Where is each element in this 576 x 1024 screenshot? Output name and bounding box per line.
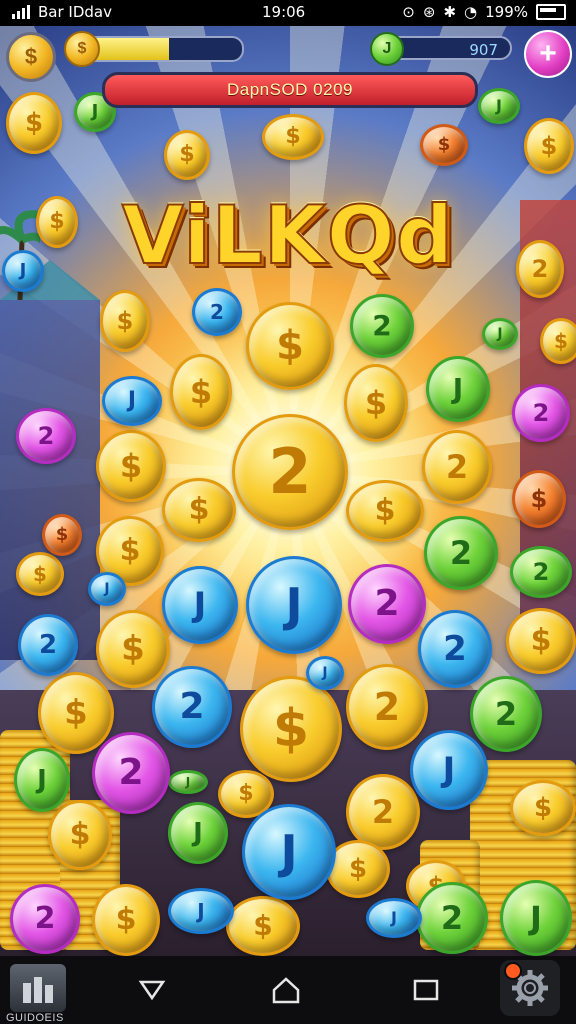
building-left bbox=[0, 260, 100, 660]
coin: 2 bbox=[346, 664, 428, 750]
coin: 2 bbox=[418, 610, 492, 688]
bluetooth-icon: ✱ bbox=[443, 3, 457, 21]
clock-icon: ◔ bbox=[464, 3, 478, 21]
nfc-icon: ⊛ bbox=[422, 3, 436, 21]
coin: 2 bbox=[192, 288, 242, 336]
coin: J bbox=[162, 566, 238, 644]
profile-coin-button[interactable]: $ bbox=[6, 32, 56, 82]
coin: 2 bbox=[10, 884, 80, 954]
battery-percent: 199% bbox=[485, 3, 528, 21]
coin: 2 bbox=[18, 614, 78, 676]
coin: J bbox=[246, 556, 342, 654]
coin: $ bbox=[510, 780, 576, 836]
recents-button[interactable] bbox=[410, 974, 442, 1006]
coin: $ bbox=[36, 196, 78, 248]
coin: $ bbox=[38, 672, 114, 754]
game-title: ViLKQd bbox=[121, 188, 455, 283]
coin: 2 bbox=[512, 384, 570, 442]
navigation-bar: GUIDOEIS bbox=[0, 956, 576, 1024]
status-right: ⊙ ⊛ ✱ ◔ 199% bbox=[402, 3, 566, 21]
coin: J bbox=[366, 898, 422, 938]
coin-icon: $ bbox=[24, 44, 38, 69]
coin: $ bbox=[162, 478, 236, 542]
coin: $ bbox=[100, 290, 150, 352]
xp-coin-icon: $ bbox=[64, 31, 100, 67]
coin: $ bbox=[420, 124, 468, 166]
clock: 19:06 bbox=[262, 3, 306, 21]
coin: $ bbox=[524, 118, 574, 174]
coin: J bbox=[482, 318, 518, 350]
coin: J bbox=[500, 880, 572, 956]
coin: $ bbox=[96, 430, 166, 502]
coin: 2 bbox=[16, 408, 76, 464]
guides-label: GUIDOEIS bbox=[6, 1012, 64, 1024]
coin: 2 bbox=[422, 430, 492, 504]
game-screen: Bar IDdav 19:06 ⊙ ⊛ ✱ ◔ 199% 2 $ $ $ $ 2… bbox=[0, 0, 576, 1024]
coin: J bbox=[242, 804, 336, 900]
building-icon bbox=[23, 977, 53, 1003]
coin: 2 bbox=[346, 774, 420, 850]
coin: J bbox=[14, 748, 70, 812]
status-bar: Bar IDdav 19:06 ⊙ ⊛ ✱ ◔ 199% bbox=[0, 0, 576, 26]
guides-button[interactable] bbox=[10, 964, 66, 1012]
home-icon bbox=[272, 977, 300, 1004]
coin: 2 bbox=[348, 564, 426, 644]
coin: 2 bbox=[516, 240, 564, 298]
coin: $ bbox=[512, 470, 566, 528]
coin: 2 bbox=[416, 882, 488, 954]
coin: $ bbox=[42, 514, 82, 556]
coin: $ bbox=[96, 610, 170, 688]
coin: J bbox=[426, 356, 490, 422]
coin: $ bbox=[164, 130, 210, 180]
coin: J bbox=[168, 802, 228, 864]
coin: 2 bbox=[510, 546, 572, 598]
coin: $ bbox=[506, 608, 576, 674]
coin: $ bbox=[262, 114, 324, 160]
coin: 2 bbox=[152, 666, 232, 748]
coin: J bbox=[410, 730, 488, 810]
coin: J bbox=[2, 250, 44, 292]
notification-dot bbox=[504, 962, 522, 980]
coin: $ bbox=[346, 480, 424, 542]
add-currency-button[interactable]: + bbox=[524, 30, 572, 78]
coin: $ bbox=[540, 318, 576, 364]
status-left: Bar IDdav bbox=[12, 3, 112, 21]
coin: $ bbox=[246, 302, 334, 390]
coin: $ bbox=[226, 896, 300, 956]
coin: J bbox=[168, 770, 208, 794]
coin: 2 bbox=[350, 294, 414, 358]
coin: 2 bbox=[424, 516, 498, 590]
carrier-name: Bar IDdav bbox=[38, 3, 112, 21]
coin: 2 bbox=[92, 732, 170, 814]
coin: J bbox=[102, 376, 162, 426]
coin: 2 bbox=[232, 414, 348, 530]
gem-icon: J bbox=[370, 32, 404, 66]
coin: $ bbox=[16, 552, 64, 596]
coin: $ bbox=[240, 676, 342, 782]
coin: $ bbox=[48, 800, 112, 870]
event-banner[interactable]: DapnSOD 0209 bbox=[102, 72, 478, 108]
home-button[interactable] bbox=[270, 974, 302, 1006]
coin: $ bbox=[344, 364, 408, 442]
coin: $ bbox=[170, 354, 232, 430]
coin: J bbox=[306, 656, 344, 690]
hud: $ $ 907 J + DapnSOD 0209 bbox=[0, 26, 576, 116]
coin: 2 bbox=[470, 676, 542, 752]
coin: J bbox=[88, 572, 126, 606]
battery-icon bbox=[536, 4, 566, 20]
alarm-icon: ⊙ bbox=[402, 3, 415, 21]
back-button[interactable] bbox=[136, 974, 168, 1006]
signal-icon bbox=[12, 5, 30, 19]
coin: $ bbox=[92, 884, 160, 956]
back-triangle-icon bbox=[138, 980, 166, 1001]
coin: J bbox=[168, 888, 234, 934]
recents-square-icon bbox=[413, 979, 439, 1001]
